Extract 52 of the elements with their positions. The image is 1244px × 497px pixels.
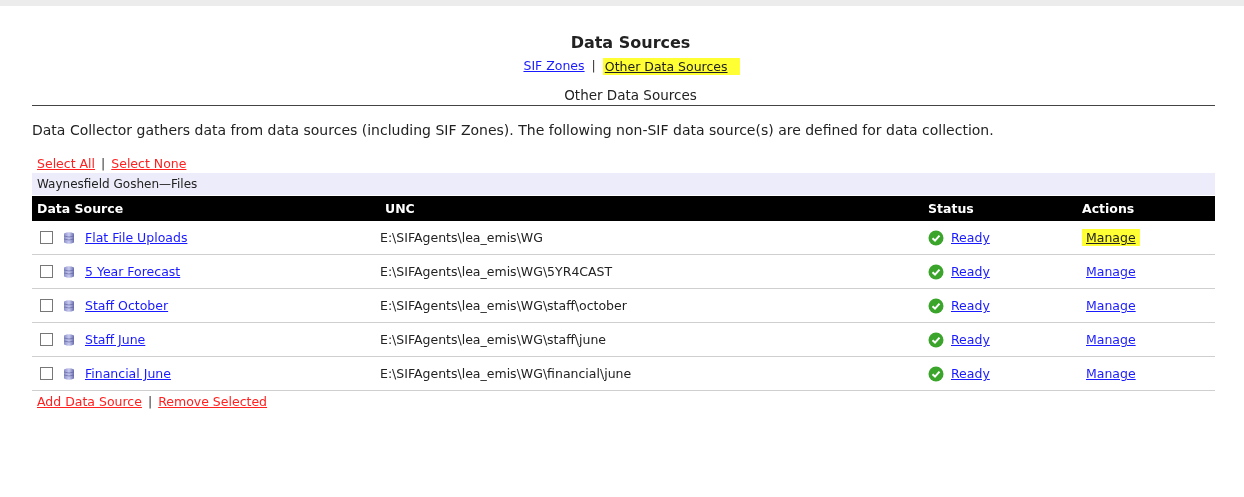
row-checkbox[interactable] [40, 231, 53, 244]
status-link[interactable]: Ready [951, 366, 990, 381]
manage-link[interactable]: Manage [1086, 332, 1136, 347]
data-source-link[interactable]: Flat File Uploads [85, 230, 188, 245]
status-link[interactable]: Ready [951, 264, 990, 279]
section-title: Other Data Sources [32, 87, 1215, 106]
status-link[interactable]: Ready [951, 332, 990, 347]
row-checkbox[interactable] [40, 265, 53, 278]
unc-path: E:\SIFAgents\lea_emis\WG\staff\june [380, 332, 606, 347]
data-source-link[interactable]: 5 Year Forecast [85, 264, 181, 279]
data-source-link[interactable]: Staff June [85, 332, 146, 347]
check-circle-icon [928, 263, 944, 280]
page-title: Data Sources [569, 33, 692, 52]
database-icon [63, 298, 75, 313]
group-header: Waynesfield Goshen—Files [32, 173, 1215, 195]
status-link[interactable]: Ready [951, 298, 990, 313]
unc-path: E:\SIFAgents\lea_emis\WG\financial\june [380, 366, 632, 381]
description-text: Data Collector gathers data from data sources (including SIF Zones). The following non-SIF data source(s) are defined for data collection. [32, 122, 995, 138]
column-header: Actions [1082, 201, 1136, 216]
check-circle-icon [928, 331, 944, 348]
footer-link[interactable]: Add Data Source [37, 394, 142, 409]
check-circle-icon [928, 297, 944, 314]
footer-link[interactable]: Remove Selected [158, 394, 268, 409]
separator: | [147, 394, 153, 409]
manage-link[interactable]: Manage [1086, 264, 1136, 279]
status-link[interactable]: Ready [951, 230, 990, 245]
column-header: Data Source [36, 201, 125, 216]
unc-path: E:\SIFAgents\lea_emis\WG\5YR4CAST [380, 264, 613, 279]
database-icon [63, 230, 75, 245]
nav-link[interactable]: SIF Zones [523, 58, 585, 75]
manage-link[interactable]: Manage [1082, 229, 1140, 246]
unc-path: E:\SIFAgents\lea_emis\WG [380, 230, 543, 245]
separator: | [591, 58, 596, 75]
check-circle-icon [928, 365, 944, 382]
database-icon [63, 366, 75, 381]
manage-link[interactable]: Manage [1086, 298, 1136, 313]
unc-path: E:\SIFAgents\lea_emis\WG\staff\october [380, 298, 627, 313]
database-icon [63, 264, 75, 279]
select-link[interactable]: Select All [37, 156, 96, 171]
row-checkbox[interactable] [40, 367, 53, 380]
nav-link[interactable]: Other Data Sources [602, 58, 740, 75]
data-source-link[interactable]: Financial June [85, 366, 171, 381]
row-checkbox[interactable] [40, 299, 53, 312]
database-icon [63, 332, 75, 347]
manage-link[interactable]: Manage [1086, 366, 1136, 381]
select-link[interactable]: Select None [111, 156, 187, 171]
row-checkbox[interactable] [40, 333, 53, 346]
column-header: Status [928, 201, 975, 216]
data-source-link[interactable]: Staff October [85, 298, 169, 313]
column-header: UNC [384, 201, 416, 216]
check-circle-icon [928, 229, 944, 246]
separator: | [101, 156, 106, 171]
